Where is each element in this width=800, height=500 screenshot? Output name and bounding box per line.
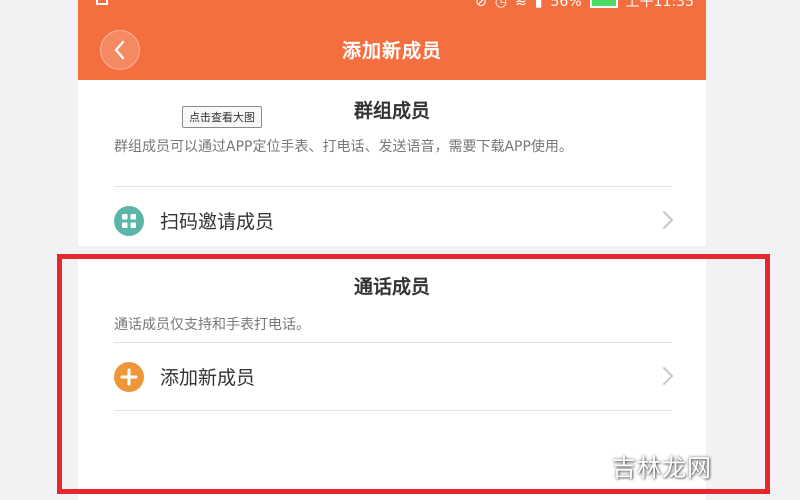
battery-percent: 56% xyxy=(550,0,582,10)
view-larger-tooltip[interactable]: 点击查看大图 xyxy=(182,106,262,128)
status-time: 上午11:35 xyxy=(625,0,694,10)
notification-icon xyxy=(96,0,108,5)
group-section-title: 群组成员 xyxy=(353,100,430,122)
chevron-right-icon xyxy=(663,211,673,229)
page-title: 添加新成员 xyxy=(341,40,442,62)
group-section-description: 群组成员可以通过APP定位手表、打电话、发送语音，需要下载APP使用。 xyxy=(114,139,573,155)
call-section-title: 通话成员 xyxy=(353,276,430,298)
mute-icon: ⊘ xyxy=(475,0,487,10)
battery-icon xyxy=(589,0,618,8)
scan-invite-row[interactable]: 扫码邀请成员 xyxy=(114,196,674,244)
status-left xyxy=(96,0,128,6)
alarm-icon: ◷ xyxy=(494,0,508,10)
divider xyxy=(114,410,672,411)
header-bar: ⊘ ◷ ≋ ▮ 56% 上午11:35 添加新成员 xyxy=(78,0,706,80)
phone-screen: ⊘ ◷ ≋ ▮ 56% 上午11:35 添加新成员 群组成员 群组成员可以通过A… xyxy=(78,0,706,500)
wifi-icon: ≋ xyxy=(515,0,527,10)
scan-invite-label: 扫码邀请成员 xyxy=(160,211,275,233)
status-right: ⊘ ◷ ≋ ▮ 56% 上午11:35 xyxy=(475,0,694,12)
location-icon xyxy=(118,0,128,6)
plus-circle-icon xyxy=(114,362,144,392)
signal-icon: ▮ xyxy=(534,0,543,10)
watermark: 吉林龙网 xyxy=(612,454,712,482)
call-section-description: 通话成员仅支持和手表打电话。 xyxy=(114,317,310,333)
divider xyxy=(114,186,672,187)
chevron-right-icon xyxy=(663,367,673,385)
divider xyxy=(114,342,672,343)
add-new-member-row[interactable]: 添加新成员 xyxy=(114,352,674,400)
add-new-member-label: 添加新成员 xyxy=(160,367,256,389)
section-separator xyxy=(78,246,706,254)
status-bar: ⊘ ◷ ≋ ▮ 56% 上午11:35 xyxy=(78,0,706,14)
qr-code-icon xyxy=(114,206,144,236)
